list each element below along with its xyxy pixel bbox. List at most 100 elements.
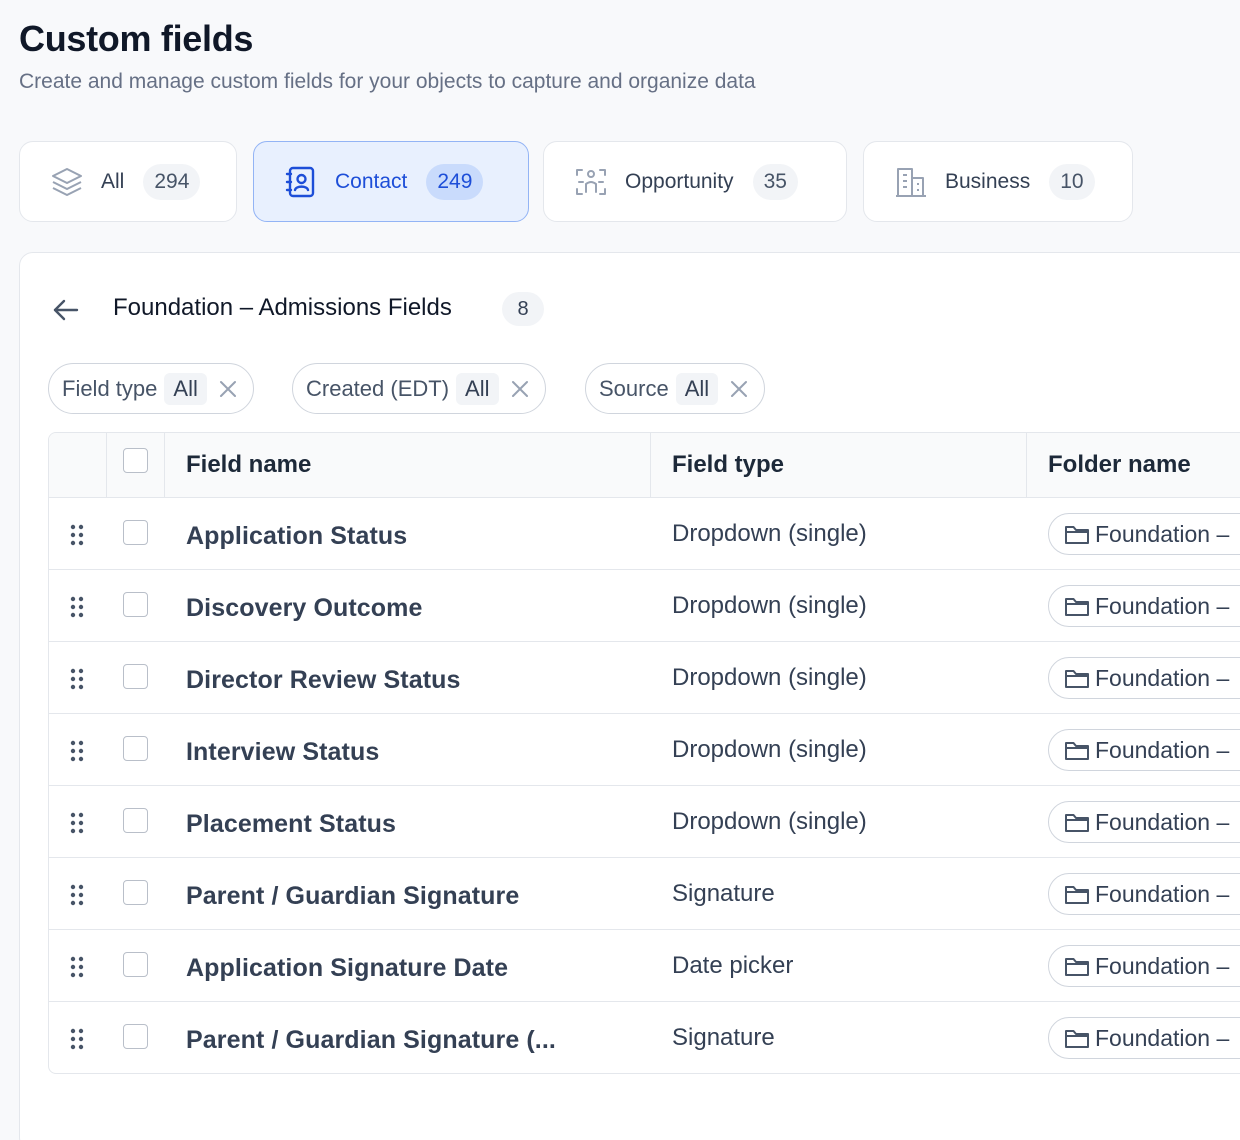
drag-handle-icon[interactable] xyxy=(69,596,85,618)
folder-chip[interactable]: Foundation – xyxy=(1048,729,1240,771)
drag-handle-icon[interactable] xyxy=(69,668,85,690)
back-arrow-icon[interactable] xyxy=(51,295,81,325)
drag-handle-icon[interactable] xyxy=(69,884,85,906)
tab-contact[interactable]: Contact 249 xyxy=(253,141,529,222)
folder-chip[interactable]: Foundation – xyxy=(1048,513,1240,555)
drag-handle-icon[interactable] xyxy=(69,1028,85,1050)
select-all-checkbox[interactable] xyxy=(123,448,148,473)
contact-book-icon xyxy=(283,164,319,200)
field-type: Signature xyxy=(672,1024,775,1051)
field-name[interactable]: Application Status xyxy=(186,522,407,551)
drag-handle-icon[interactable] xyxy=(69,956,85,978)
filter-value: All xyxy=(675,372,719,405)
field-name[interactable]: Parent / Guardian Signature (... xyxy=(186,1026,556,1055)
row-checkbox[interactable] xyxy=(123,592,148,617)
filter-value: All xyxy=(456,372,499,405)
layers-icon xyxy=(49,164,85,200)
tab-count-badge: 249 xyxy=(426,163,484,200)
folder-icon xyxy=(1063,880,1091,908)
close-icon[interactable] xyxy=(213,374,243,404)
tab-all[interactable]: All 294 xyxy=(19,141,237,222)
folder-chip-label: Foundation – xyxy=(1095,1024,1230,1051)
folder-chip-label: Foundation – xyxy=(1095,808,1230,835)
close-icon[interactable] xyxy=(505,374,535,404)
opportunity-icon xyxy=(573,164,609,200)
folder-chip[interactable]: Foundation – xyxy=(1048,1017,1240,1059)
field-name[interactable]: Director Review Status xyxy=(186,666,461,695)
filter-label: Created (EDT) xyxy=(306,375,450,401)
field-type: Dropdown (single) xyxy=(672,664,867,691)
field-type: Signature xyxy=(672,880,775,907)
row-checkbox[interactable] xyxy=(123,736,148,761)
filter-value: All xyxy=(164,372,207,405)
table-row[interactable]: Parent / Guardian Signature Signature Foun… xyxy=(49,858,1240,930)
field-type: Dropdown (single) xyxy=(672,592,867,619)
row-checkbox[interactable] xyxy=(123,880,148,905)
folder-chip[interactable]: Foundation – xyxy=(1048,945,1240,987)
table-row[interactable]: Parent / Guardian Signature (... Signatur… xyxy=(49,1002,1240,1073)
field-type: Dropdown (single) xyxy=(672,808,867,835)
folder-chip[interactable]: Foundation – xyxy=(1048,873,1240,915)
table-row[interactable]: Director Review Status Dropdown (single) F… xyxy=(49,642,1240,714)
tab-count-badge: 35 xyxy=(752,163,798,200)
field-type: Date picker xyxy=(672,952,794,979)
column-header-field-type[interactable]: Field type xyxy=(672,433,784,497)
folder-icon xyxy=(1063,520,1091,548)
custom-fields-table: Field name Field type Folder name Applic… xyxy=(48,432,1240,1074)
filter-field-type[interactable]: Field type All xyxy=(48,363,254,414)
folder-icon xyxy=(1063,952,1091,980)
drag-handle-icon[interactable] xyxy=(69,740,85,762)
folder-chip-label: Foundation – xyxy=(1095,592,1230,619)
folder-icon xyxy=(1063,736,1091,764)
filter-label: Field type xyxy=(62,375,158,401)
folder-chip-label: Foundation – xyxy=(1095,664,1230,691)
folder-icon xyxy=(1063,592,1091,620)
custom-fields-page: Custom fields Create and manage custom f… xyxy=(0,0,1240,1140)
field-name[interactable]: Discovery Outcome xyxy=(186,594,423,623)
page-title: Custom fields xyxy=(19,18,254,59)
field-name[interactable]: Placement Status xyxy=(186,810,396,839)
table-row[interactable]: Placement Status Dropdown (single) Foundat… xyxy=(49,786,1240,858)
folder-chip[interactable]: Foundation – xyxy=(1048,801,1240,843)
folder-chip[interactable]: Foundation – xyxy=(1048,585,1240,627)
tab-business[interactable]: Business 10 xyxy=(863,141,1133,222)
field-name[interactable]: Parent / Guardian Signature xyxy=(186,882,519,911)
table-row[interactable]: Interview Status Dropdown (single) Foundat… xyxy=(49,714,1240,786)
drag-handle-icon[interactable] xyxy=(69,812,85,834)
field-name[interactable]: Interview Status xyxy=(186,738,379,767)
folder-icon xyxy=(1063,1024,1091,1052)
building-icon xyxy=(893,164,929,200)
folder-icon xyxy=(1063,808,1091,836)
field-type: Dropdown (single) xyxy=(672,736,867,763)
table-row[interactable]: Discovery Outcome Dropdown (single) Founda… xyxy=(49,570,1240,642)
page-subtitle: Create and manage custom fields for your… xyxy=(19,70,756,93)
row-checkbox[interactable] xyxy=(123,1024,148,1049)
field-name[interactable]: Application Signature Date xyxy=(186,954,508,983)
filter-label: Source xyxy=(599,375,669,401)
folder-chip[interactable]: Foundation – xyxy=(1048,657,1240,699)
folder-chip-label: Foundation – xyxy=(1095,520,1230,547)
field-type: Dropdown (single) xyxy=(672,520,867,547)
folder-icon xyxy=(1063,664,1091,692)
filter-created[interactable]: Created (EDT) All xyxy=(292,363,546,414)
tab-label: Business xyxy=(945,169,1031,193)
column-header-field-name[interactable]: Field name xyxy=(186,433,311,497)
tab-count-badge: 294 xyxy=(143,163,201,200)
close-icon[interactable] xyxy=(724,374,754,404)
drag-handle-icon[interactable] xyxy=(69,524,85,546)
row-checkbox[interactable] xyxy=(123,952,148,977)
tab-label: Contact xyxy=(335,169,408,193)
table-row[interactable]: Application Signature Date Date picker Fou… xyxy=(49,930,1240,1002)
tab-opportunity[interactable]: Opportunity 35 xyxy=(543,141,847,222)
tab-label: Opportunity xyxy=(625,169,734,193)
folder-count-badge: 8 xyxy=(502,292,544,326)
tab-label: All xyxy=(101,169,125,193)
folder-chip-label: Foundation – xyxy=(1095,952,1230,979)
row-checkbox[interactable] xyxy=(123,664,148,689)
table-row[interactable]: Application Status Dropdown (single) Found… xyxy=(49,498,1240,570)
row-checkbox[interactable] xyxy=(123,520,148,545)
filter-source[interactable]: Source All xyxy=(585,363,766,414)
tab-count-badge: 10 xyxy=(1049,163,1095,200)
row-checkbox[interactable] xyxy=(123,808,148,833)
column-header-folder-name[interactable]: Folder name xyxy=(1048,433,1191,497)
